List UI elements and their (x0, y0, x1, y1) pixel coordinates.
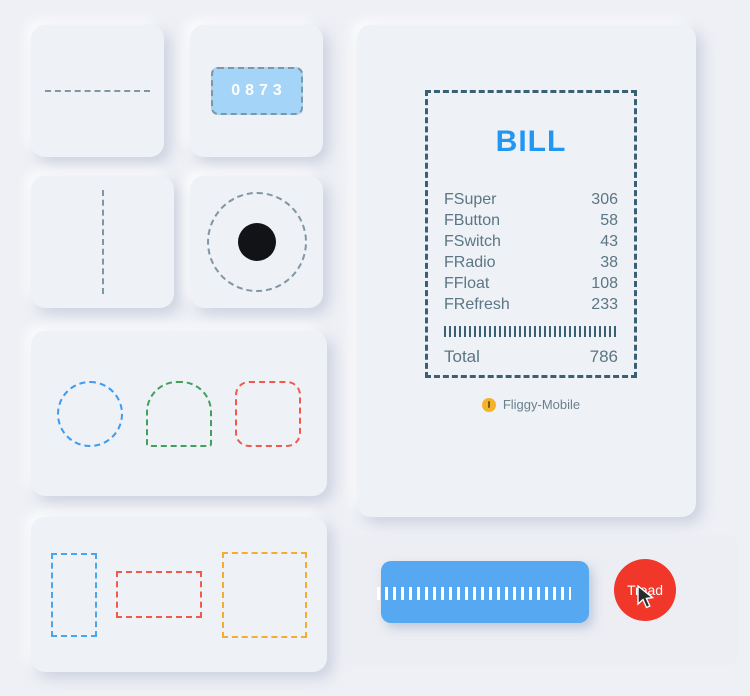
bill-item-label: FSwitch (444, 233, 501, 250)
card-dashed-rectangles[interactable] (31, 517, 327, 672)
bill-total-amount: 786 (589, 347, 618, 366)
card-bill[interactable]: BILL FSuper 306 FButton 58 FSwitch 43 FR… (357, 25, 696, 517)
dashed-arch-shape[interactable] (145, 380, 212, 447)
fliggy-badge-icon (481, 397, 496, 412)
bill-row: FSuper 306 (444, 189, 618, 210)
dashed-ring-icon (206, 192, 307, 292)
dashed-tall-rectangle[interactable] (50, 552, 97, 637)
card-dashed-vertical[interactable] (31, 176, 174, 308)
bill-title: BILL (495, 125, 567, 158)
dashed-rounded-square-shape[interactable] (235, 380, 302, 447)
dashed-wide-rectangle[interactable] (116, 571, 203, 618)
bill-item-amount: 108 (591, 275, 618, 292)
bill-item-label: FFloat (444, 275, 490, 292)
tread-button[interactable]: Tread (614, 559, 676, 621)
bill-item-list: FSuper 306 FButton 58 FSwitch 43 FRadio … (428, 189, 634, 315)
card-dashed-horizontal[interactable] (31, 25, 164, 157)
bill-row: FRefresh 233 (444, 294, 618, 315)
bill-item-label: FSuper (444, 191, 497, 208)
panel-tread-row: Tread (342, 535, 738, 665)
number-badge[interactable]: 0873 (210, 67, 303, 115)
bill-item-amount: 43 (600, 233, 618, 250)
bill-item-amount: 233 (591, 296, 618, 313)
bill-item-amount: 38 (600, 254, 618, 271)
filled-dot-icon (237, 223, 276, 261)
bill-receipt: BILL FSuper 306 FButton 58 FSwitch 43 FR… (425, 90, 637, 412)
bill-item-label: FRefresh (444, 296, 510, 313)
bill-item-label: FRadio (444, 254, 496, 271)
bill-total-row: Total 786 (428, 347, 634, 367)
bill-row: FSwitch 43 (444, 231, 618, 252)
bill-item-amount: 58 (600, 212, 618, 229)
dashed-circle-shape[interactable] (56, 380, 123, 447)
shapes-container (31, 331, 327, 496)
rectangles-container (31, 517, 327, 672)
bill-row: FFloat 108 (444, 273, 618, 294)
slider-tick-marks (377, 587, 571, 600)
demo-canvas: 0873 BILL FSuper 306 FButton 58 FSwitch … (0, 0, 750, 696)
bill-footer: Fliggy-Mobile (428, 397, 634, 412)
card-dashed-shapes[interactable] (31, 331, 327, 496)
bill-row: FRadio 38 (444, 252, 618, 273)
bill-total-label: Total (444, 347, 480, 366)
dashed-vertical-line (101, 190, 104, 294)
perforated-divider (444, 326, 618, 337)
dashed-horizontal-line (45, 90, 150, 92)
dashed-square[interactable] (222, 551, 308, 638)
bill-footer-label: Fliggy-Mobile (502, 397, 581, 412)
card-number-badge[interactable]: 0873 (190, 25, 323, 157)
bill-row: FButton 58 (444, 210, 618, 231)
bill-item-label: FButton (444, 212, 501, 229)
blue-slider-bar[interactable] (377, 561, 589, 623)
card-radio-indicator[interactable] (190, 176, 323, 308)
bill-item-amount: 306 (591, 191, 618, 208)
